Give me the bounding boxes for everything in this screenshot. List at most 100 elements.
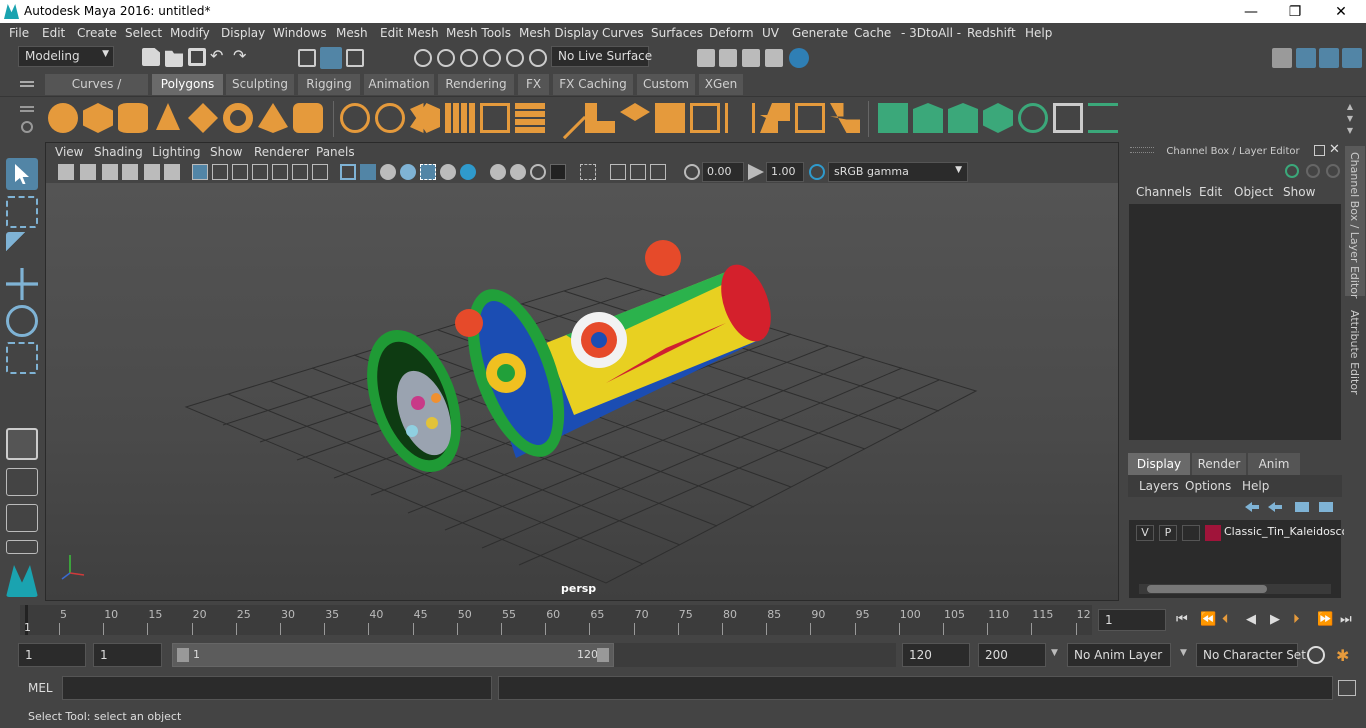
scrollbar-thumb[interactable] — [1147, 585, 1267, 593]
layer-options-menu[interactable]: Options — [1185, 479, 1231, 493]
shelf-settings-gear-icon[interactable] — [21, 121, 33, 133]
channels-menu[interactable]: Channels — [1136, 185, 1192, 199]
textured-icon[interactable] — [400, 164, 416, 180]
xray-joints-icon[interactable] — [610, 164, 626, 180]
extrude-icon[interactable] — [480, 103, 510, 133]
playback-start-field[interactable]: 1 — [93, 643, 162, 667]
new-layer-selected-icon[interactable] — [1319, 502, 1333, 512]
quad-draw-icon[interactable] — [830, 103, 860, 133]
poly-plane-icon[interactable] — [188, 103, 218, 133]
layer-color-swatch[interactable] — [1205, 525, 1221, 541]
menu-select[interactable]: Select — [125, 26, 162, 40]
select-tool-icon[interactable] — [6, 158, 38, 190]
layer-row[interactable]: V P Classic_Tin_Kaleidosco — [1133, 524, 1348, 542]
tab-fx[interactable]: FX — [518, 74, 549, 95]
channels-edit-menu[interactable]: Edit — [1199, 185, 1222, 199]
insert-edge-loop-icon[interactable] — [690, 103, 720, 133]
play-backward-icon[interactable]: ◀ — [1246, 612, 1256, 627]
menu-mesh-tools[interactable]: Mesh Tools — [446, 26, 511, 40]
poly-cylinder-icon[interactable] — [118, 103, 148, 133]
tab-channel-box-vertical[interactable]: Channel Box / Layer Editor — [1345, 146, 1365, 299]
offset-edge-loop-icon[interactable] — [725, 103, 755, 133]
step-forward-key-icon[interactable]: ⏩ — [1317, 612, 1333, 627]
range-slider-track[interactable] — [614, 643, 896, 667]
menu-create[interactable]: Create — [77, 26, 117, 40]
render-view-icon[interactable] — [765, 49, 783, 67]
minimize-button[interactable]: — — [1228, 2, 1274, 22]
layer-playback-toggle[interactable]: P — [1159, 525, 1177, 541]
toggle-attribute-editor-icon[interactable] — [1296, 48, 1316, 68]
rotate-tool-icon[interactable] — [6, 305, 38, 337]
playback-end-field[interactable]: 120 — [902, 643, 970, 667]
gamma-icon[interactable] — [748, 164, 764, 180]
tab-curves-surfaces[interactable]: Curves / Surfaces — [45, 74, 148, 112]
uv-cylindrical-icon[interactable] — [913, 103, 943, 133]
menu-mesh[interactable]: Mesh — [336, 26, 368, 40]
menu-edit-mesh[interactable]: Edit Mesh — [380, 26, 439, 40]
poly-cone-icon[interactable] — [156, 103, 180, 130]
scene-start-field[interactable]: 1 — [18, 643, 86, 667]
grease-pencil-icon[interactable] — [164, 164, 180, 180]
viewport-menu-shading[interactable]: Shading — [94, 145, 143, 159]
open-scene-icon[interactable] — [165, 50, 183, 67]
move-tool-icon[interactable] — [6, 268, 38, 300]
layout-workspace-icon[interactable] — [1272, 48, 1292, 68]
mode-dropdown[interactable]: Modeling ▼ — [18, 46, 114, 67]
chevron-down-icon[interactable]: ▼ — [1180, 648, 1187, 658]
menu-mesh-display[interactable]: Mesh Display — [519, 26, 599, 40]
poly-sphere-icon[interactable] — [48, 103, 78, 133]
layers-menu[interactable]: Layers — [1139, 479, 1179, 493]
combine-icon[interactable] — [340, 103, 370, 133]
uv-planar-icon[interactable] — [878, 103, 908, 133]
film-gate-icon[interactable] — [212, 164, 228, 180]
render-frame-icon[interactable] — [719, 49, 737, 67]
move-layer-up-icon[interactable] — [1245, 502, 1259, 512]
layer-name[interactable]: Classic_Tin_Kaleidosco — [1224, 525, 1348, 538]
menu-help[interactable]: Help — [1025, 26, 1052, 40]
four-view-layout-icon[interactable] — [6, 468, 38, 496]
camera-attributes-icon[interactable] — [80, 164, 96, 180]
resolution-gate-icon[interactable] — [232, 164, 248, 180]
snap-live-icon[interactable] — [506, 49, 524, 67]
gamma-field[interactable]: 1.00 — [766, 162, 804, 182]
menu-3dtoall[interactable]: - 3DtoAll - — [901, 26, 961, 40]
grid-toggle-icon[interactable] — [192, 164, 208, 180]
tab-rigging[interactable]: Rigging — [298, 74, 360, 95]
menu-windows[interactable]: Windows — [273, 26, 327, 40]
range-slider[interactable]: 1 120 — [172, 643, 614, 667]
channels-object-menu[interactable]: Object — [1234, 185, 1273, 199]
shelf-scroll-arrows[interactable]: ▲ ▼ ▼ — [1344, 101, 1356, 137]
float-panel-icon[interactable] — [1314, 145, 1325, 156]
single-perspective-layout-icon[interactable] — [6, 428, 38, 460]
live-surface-field[interactable]: No Live Surface — [551, 46, 652, 67]
shelf-menu-icon[interactable] — [20, 81, 34, 83]
channels-show-menu[interactable]: Show — [1283, 185, 1315, 199]
animation-preferences-icon[interactable]: ✱ — [1336, 646, 1356, 665]
save-scene-icon[interactable] — [188, 48, 206, 66]
step-back-frame-icon[interactable]: ⏴ — [1222, 612, 1229, 627]
isolate-select-icon[interactable] — [580, 164, 596, 180]
layer-visibility-toggle[interactable]: V — [1136, 525, 1154, 541]
gate-mask-icon[interactable] — [252, 164, 268, 180]
redshift-icon[interactable] — [789, 48, 809, 68]
ipr-render-icon[interactable] — [742, 49, 760, 67]
viewport-menu-show[interactable]: Show — [210, 145, 242, 159]
select-object-icon[interactable] — [320, 47, 342, 69]
color-management-icon[interactable] — [809, 164, 825, 180]
lasso-tool-icon[interactable] — [6, 196, 38, 228]
anim-layer-dropdown[interactable]: No Anim Layer — [1067, 643, 1171, 667]
new-scene-icon[interactable] — [142, 48, 160, 66]
viewport-menu-view[interactable]: View — [55, 145, 83, 159]
anti-aliasing-icon[interactable] — [510, 164, 526, 180]
menu-deform[interactable]: Deform — [709, 26, 754, 40]
close-button[interactable]: ✕ — [1318, 2, 1364, 22]
poly-torus-icon[interactable] — [223, 103, 253, 133]
maximize-button[interactable]: ❐ — [1272, 2, 1318, 22]
mel-label[interactable]: MEL — [28, 681, 53, 695]
select-component-icon[interactable] — [346, 49, 364, 67]
scale-tool-icon[interactable] — [6, 342, 38, 374]
step-forward-frame-icon[interactable]: ⏵ — [1293, 612, 1300, 627]
smooth-icon[interactable] — [445, 103, 475, 133]
menu-curves[interactable]: Curves — [602, 26, 644, 40]
uv-spherical-icon[interactable] — [948, 103, 978, 133]
